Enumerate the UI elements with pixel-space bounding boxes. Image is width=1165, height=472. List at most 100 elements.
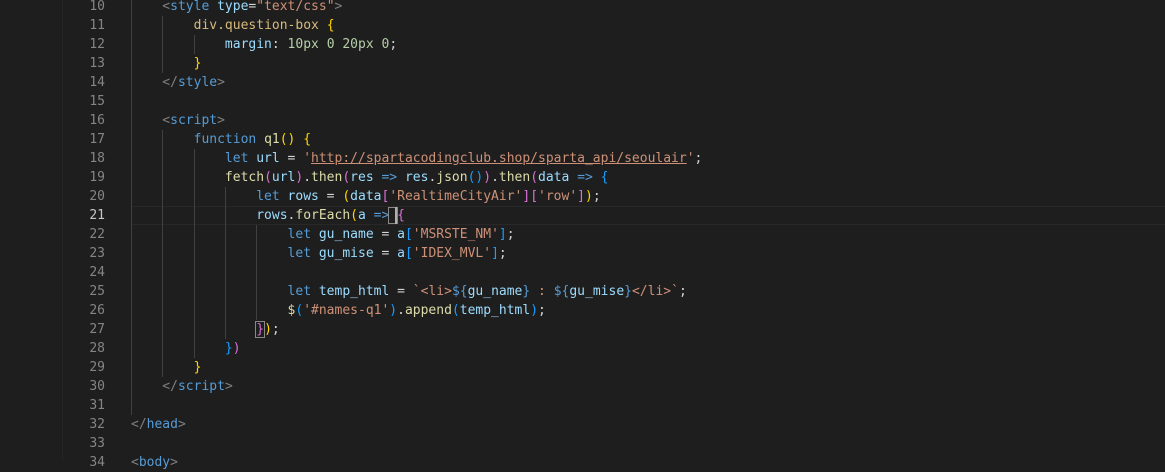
code-token: }	[624, 284, 632, 299]
code-area[interactable]: <style type="text/css"> div.question-box…	[131, 0, 1165, 470]
code-token: ;	[678, 284, 687, 299]
code-token: .	[491, 170, 499, 185]
code-token: <	[131, 0, 171, 14]
code-line[interactable]: </head>	[131, 415, 186, 434]
line-number[interactable]: 34	[62, 453, 105, 472]
line-number[interactable]: 21	[62, 206, 105, 225]
code-token: script	[170, 113, 218, 128]
code-line[interactable]: <script>	[131, 111, 225, 130]
code-token: =	[373, 246, 398, 261]
line-number[interactable]: 18	[62, 149, 105, 168]
line-number[interactable]: 29	[62, 358, 105, 377]
code-line[interactable]: let gu_mise = a['IDEX_MVL'];	[131, 244, 507, 263]
code-line[interactable]: })	[131, 339, 241, 358]
code-token: ;	[506, 227, 515, 242]
code-token: )	[585, 189, 593, 204]
code-token: (	[350, 208, 358, 223]
code-line[interactable]: <body>	[131, 453, 178, 472]
line-number[interactable]: 11	[62, 16, 105, 35]
code-line[interactable]: <style type="text/css">	[131, 0, 342, 16]
code-token: head	[146, 417, 178, 432]
code-line[interactable]: function q1() {	[131, 130, 311, 149]
code-line[interactable]: let temp_html = `<li>${gu_name} : ${gu_m…	[131, 282, 687, 301]
code-token: data	[350, 189, 382, 204]
code-token: =	[389, 284, 413, 299]
code-token: )	[530, 303, 539, 318]
code-token: body	[138, 455, 171, 470]
line-number[interactable]: 13	[62, 54, 105, 73]
line-number[interactable]: 10	[62, 0, 105, 16]
line-number[interactable]: 15	[62, 92, 105, 111]
code-token: let	[287, 246, 312, 261]
code-line[interactable]: }	[131, 358, 202, 377]
line-number[interactable]: 22	[62, 225, 105, 244]
line-number[interactable]: 28	[62, 339, 105, 358]
code-token: <	[131, 113, 171, 128]
code-line[interactable]: fetch(url).then(res => res.json()).then(…	[131, 168, 609, 187]
code-token: >	[217, 75, 225, 90]
code-line[interactable]: let url = 'http://spartacodingclub.shop/…	[131, 149, 702, 168]
code-line[interactable]: div.question-box {	[131, 16, 335, 35]
code-token: 'MSRSTE_NM'	[412, 227, 499, 242]
code-token: '	[686, 151, 695, 166]
code-token: append	[404, 303, 452, 318]
code-line[interactable]: margin: 10px 0 20px 0;	[131, 35, 397, 54]
code-token: </li>`	[631, 284, 679, 299]
code-line[interactable]: $('#names-q1').append(temp_html);	[131, 301, 546, 320]
line-number[interactable]: 26	[62, 301, 105, 320]
line-number[interactable]: 30	[62, 377, 105, 396]
line-number[interactable]: 31	[62, 396, 105, 415]
code-token: script	[177, 379, 225, 394]
line-number[interactable]: 20	[62, 187, 105, 206]
code-token: margin	[224, 37, 272, 52]
line-number-gutter[interactable]: 10 11 12 13 14 15 16 17 18 19 20 21 22 23 24 25 26 27 28 29…	[62, 0, 130, 470]
line-number[interactable]: 24	[62, 263, 105, 282]
line-number[interactable]: 25	[62, 282, 105, 301]
code-token: a	[358, 208, 366, 223]
code-editor[interactable]: 10 11 12 13 14 15 16 17 18 19 20 21 22 23 24 25 26 27 28 29…	[0, 0, 1165, 470]
code-token: ;	[538, 303, 546, 318]
code-token: let	[287, 284, 312, 299]
code-token: gu_mise	[318, 246, 374, 261]
code-line[interactable]: }	[131, 54, 202, 73]
line-number[interactable]: 27	[62, 320, 105, 339]
code-line[interactable]: let rows = (data['RealtimeCityAir']['row…	[131, 187, 600, 206]
code-token: q1	[264, 132, 280, 147]
code-token: =>	[577, 170, 593, 185]
line-number[interactable]: 12	[62, 35, 105, 54]
code-token: [	[404, 227, 413, 242]
code-token: ][	[522, 189, 539, 204]
code-token: ;	[271, 322, 280, 337]
code-token: =>	[373, 208, 390, 223]
line-number[interactable]: 16	[62, 111, 105, 130]
line-number[interactable]: 17	[62, 130, 105, 149]
code-line[interactable]: </script>	[131, 377, 232, 396]
code-line[interactable]: rows.forEach(a => {	[131, 206, 405, 225]
code-token: =>	[381, 170, 398, 185]
line-number[interactable]: 33	[62, 434, 105, 453]
line-number[interactable]: 14	[62, 73, 105, 92]
code-token: 'RealtimeCityAir'	[389, 189, 523, 204]
line-number[interactable]: 32	[62, 415, 105, 434]
code-token: div.question-box	[193, 18, 319, 33]
code-token: ${	[451, 284, 468, 299]
line-number[interactable]: 19	[62, 168, 105, 187]
code-line[interactable]: let gu_name = a['MSRSTE_NM'];	[131, 225, 515, 244]
code-line[interactable]: </style>	[131, 73, 225, 92]
code-token: [	[404, 246, 413, 261]
line-number[interactable]: 23	[62, 244, 105, 263]
code-token: `<li>	[412, 284, 452, 299]
code-token: 10px	[287, 37, 319, 52]
code-token: style	[177, 75, 218, 90]
activity-bar	[0, 0, 63, 461]
